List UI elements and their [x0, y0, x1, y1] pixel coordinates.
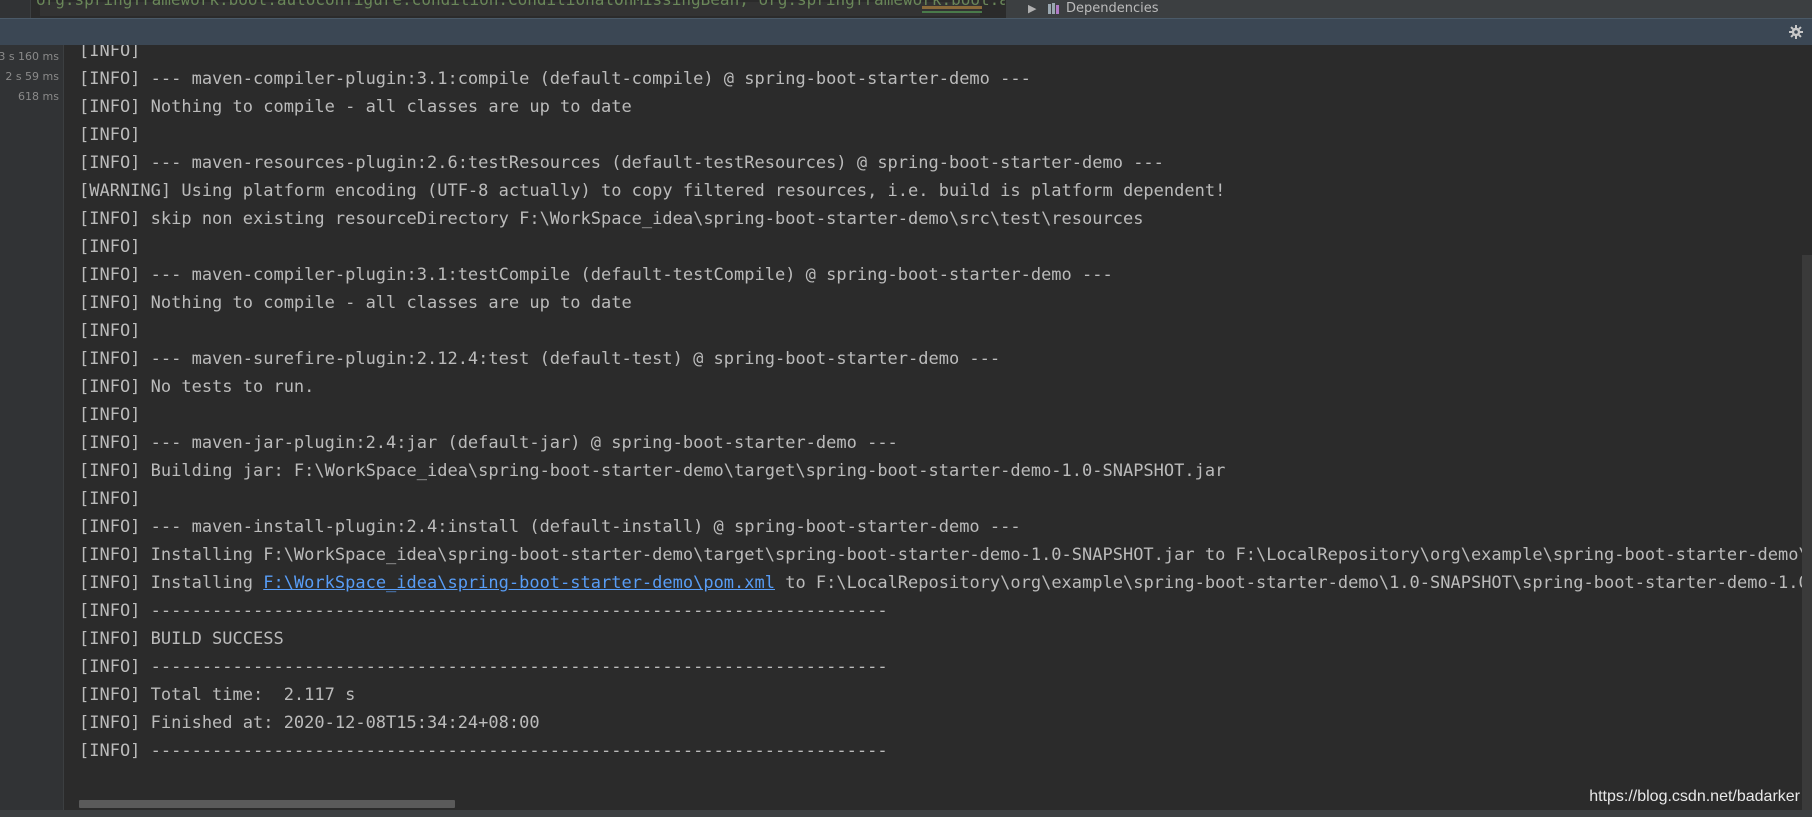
- console-line: [INFO] ---------------------------------…: [79, 741, 888, 761]
- tree-item-dependencies[interactable]: Dependencies: [1066, 1, 1159, 16]
- console-line: [INFO] Total time: 2.117 s: [79, 685, 356, 705]
- status-bar: [0, 810, 1812, 817]
- run-window-header: [0, 18, 1812, 46]
- horizontal-scrollbar[interactable]: [79, 800, 455, 808]
- step-duration: 3 s 160 ms: [0, 50, 59, 63]
- console-line: [INFO] Installing F:\WorkSpace_idea\spri…: [79, 545, 1812, 565]
- library-icon: [1048, 3, 1059, 14]
- watermark: https://blog.csdn.net/badarker: [1589, 788, 1800, 805]
- console-line: [INFO] Finished at: 2020-12-08T15:34:24+…: [79, 713, 540, 733]
- vertical-scrollbar[interactable]: [1802, 255, 1812, 815]
- console-line: [INFO]: [79, 237, 141, 257]
- console-line: [INFO] ---------------------------------…: [79, 601, 888, 621]
- editor-gutter: [0, 0, 31, 18]
- console-line-text: [INFO] Installing: [79, 573, 264, 593]
- console-line: [INFO]: [79, 405, 141, 425]
- project-tree-panel: ▶ Dependencies: [1005, 0, 1812, 18]
- file-path-link[interactable]: F:\WorkSpace_idea\spring-boot-starter-de…: [263, 573, 775, 593]
- console-line: [WARNING] Using platform encoding (UTF-8…: [79, 181, 1226, 201]
- console-line: [INFO] --- maven-install-plugin:2.4:inst…: [79, 517, 1021, 537]
- console-line: [INFO] BUILD SUCCESS: [79, 629, 284, 649]
- console-line: [INFO] Nothing to compile - all classes …: [79, 293, 632, 313]
- expand-arrow-icon[interactable]: ▶: [1028, 2, 1036, 15]
- console-line: [INFO] No tests to run.: [79, 377, 315, 397]
- gear-icon[interactable]: [1788, 24, 1804, 40]
- console-line: [INFO]: [79, 45, 141, 61]
- editor-strip: org.springframework.boot.autoconfigure.c…: [0, 0, 1812, 18]
- run-tree-gutter: 3 s 160 ms 2 s 59 ms 618 ms: [0, 45, 64, 817]
- console-line: [INFO] --- maven-compiler-plugin:3.1:tes…: [79, 265, 1113, 285]
- console-line: [INFO]: [79, 489, 141, 509]
- console-line: [INFO]: [79, 321, 141, 341]
- step-duration: 2 s 59 ms: [5, 70, 59, 83]
- console-line: [INFO] skip non existing resourceDirecto…: [79, 209, 1144, 229]
- console-line: [INFO]: [79, 125, 141, 145]
- console-line: [INFO] Building jar: F:\WorkSpace_idea\s…: [79, 461, 1226, 481]
- console-line: [INFO] --- maven-resources-plugin:2.6:te…: [79, 153, 1164, 173]
- console-output[interactable]: [INFO] [INFO] --- maven-compiler-plugin:3…: [64, 45, 1812, 817]
- minimap-marker: [922, 11, 982, 13]
- step-duration: 618 ms: [18, 90, 59, 103]
- console-line: [INFO] --- maven-compiler-plugin:3.1:com…: [79, 69, 1031, 89]
- console-line: [INFO] ---------------------------------…: [79, 657, 888, 677]
- console-line: [INFO] --- maven-jar-plugin:2.4:jar (def…: [79, 433, 898, 453]
- console-line: [INFO] --- maven-surefire-plugin:2.12.4:…: [79, 349, 1001, 369]
- console-line: [INFO] Nothing to compile - all classes …: [79, 97, 632, 117]
- console-line: [INFO] Installing F:\WorkSpace_idea\spri…: [79, 569, 1812, 597]
- console-line-text: to F:\LocalRepository\org\example\spring…: [785, 573, 1812, 593]
